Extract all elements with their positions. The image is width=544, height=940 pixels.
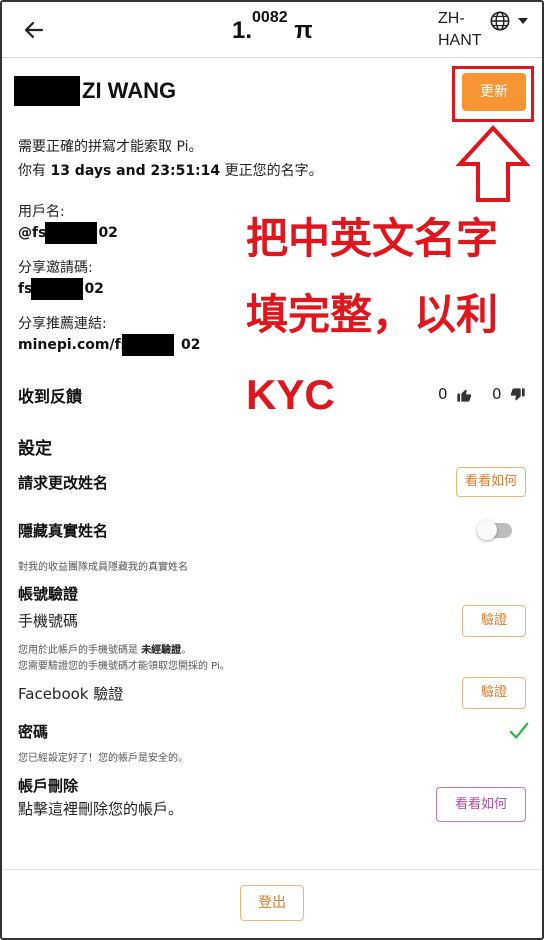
time-remaining-text: 你有 13 days and 23:51:14 更正您的名字。	[18, 163, 323, 179]
phone-requirement-text: 您需要驗證您的手機號碼才能領取您開採的 Pi。	[18, 661, 230, 672]
like-count: 0	[438, 385, 448, 403]
redacted-invite-code	[31, 278, 83, 300]
globe-icon[interactable]	[489, 10, 511, 32]
footer-divider	[2, 869, 542, 870]
annotation-line-1: 把中英文名字	[246, 214, 499, 263]
change-name-how-button[interactable]: 看看如何	[456, 467, 526, 497]
back-arrow-icon[interactable]	[22, 18, 46, 42]
password-label: 密碼	[18, 723, 49, 741]
settings-title: 設定	[18, 439, 52, 459]
referral-link-label: 分享推薦連結:	[18, 316, 107, 332]
update-button[interactable]: 更新	[462, 73, 526, 111]
up-arrow-annotation-icon	[456, 125, 530, 202]
hide-name-description: 對我的收益團隊成員隱藏我的真實姓名	[18, 562, 188, 573]
deletion-description: 點擊這裡刪除您的帳戶。	[18, 800, 184, 818]
redacted-name-block	[14, 76, 80, 106]
invite-code-label: 分享邀請碼:	[18, 260, 93, 276]
feedback-label: 收到反饋	[18, 387, 83, 406]
top-bar: 1.0082 π ZH- HANT	[2, 2, 542, 58]
password-status-text: 您已經設定好了！您的帳戶是安全的。	[18, 753, 188, 764]
change-name-label: 請求更改姓名	[18, 474, 109, 492]
logout-button[interactable]: 登出	[240, 885, 304, 921]
facebook-label: Facebook 驗證	[18, 685, 124, 703]
redacted-referral	[122, 334, 174, 356]
delete-account-how-button[interactable]: 看看如何	[436, 787, 526, 822]
phone-label: 手機號碼	[18, 612, 79, 630]
verification-title: 帳號驗證	[18, 585, 79, 603]
check-icon	[509, 722, 529, 739]
hide-name-toggle[interactable]	[477, 520, 497, 540]
language-selector[interactable]: ZH- HANT	[438, 8, 482, 52]
deletion-title: 帳戶刪除	[18, 777, 79, 795]
spelling-notice: 需要正確的拼寫才能索取 Pi。	[18, 139, 203, 155]
hide-name-label: 隱藏真實姓名	[18, 522, 109, 540]
chevron-down-icon[interactable]	[518, 18, 528, 24]
phone-status-text: 您用於此帳戶的手機號碼是 未經驗證。	[18, 645, 192, 656]
username-label: 用戶名:	[18, 204, 65, 220]
profile-name: ZI WANG	[82, 78, 177, 103]
phone-verify-button[interactable]: 驗證	[462, 605, 526, 637]
pi-balance: 1.0082 π	[232, 9, 313, 44]
thumbs-down-icon[interactable]	[510, 387, 526, 403]
facebook-verify-button[interactable]: 驗證	[462, 677, 526, 709]
dislike-count: 0	[492, 385, 502, 403]
annotation-line-3: KYC	[246, 371, 335, 418]
redacted-username	[45, 222, 97, 244]
thumbs-up-icon[interactable]	[456, 387, 472, 403]
annotation-line-2: 填完整，以利	[246, 290, 499, 339]
